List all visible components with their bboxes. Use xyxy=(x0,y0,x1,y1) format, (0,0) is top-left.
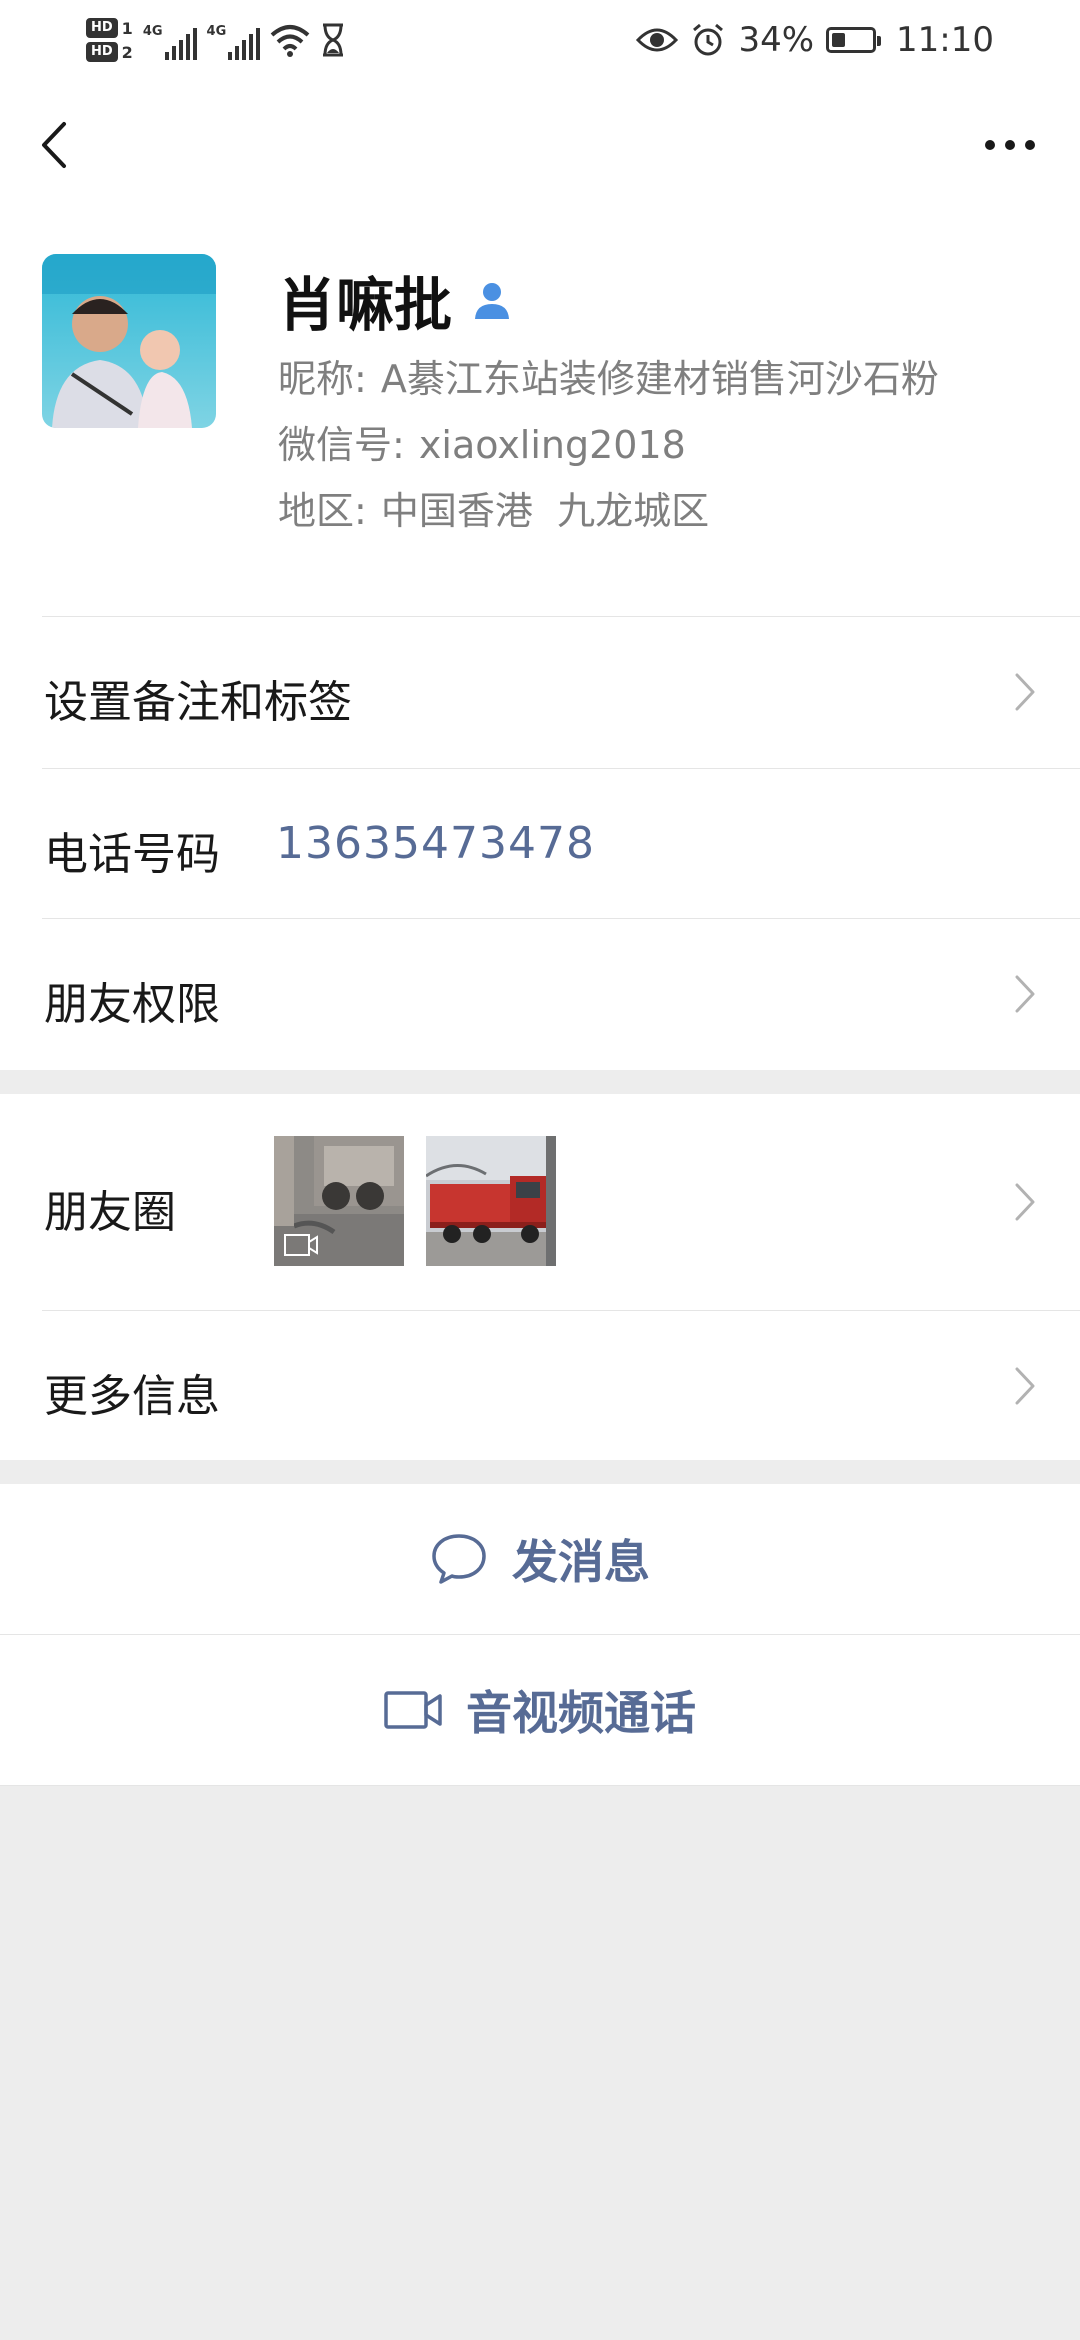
divider xyxy=(42,1310,1080,1311)
back-icon xyxy=(42,122,66,168)
send-message-label: 发消息 xyxy=(512,1535,650,1589)
video-thumbnail-icon xyxy=(284,1234,318,1256)
phone-number[interactable]: 13635473478 xyxy=(276,818,595,869)
hd1-badge: HD xyxy=(86,18,118,38)
divider xyxy=(42,616,1080,617)
chevron-right-icon xyxy=(1015,1183,1035,1221)
chevron-right-icon xyxy=(1015,1367,1035,1405)
avatar[interactable] xyxy=(42,254,216,428)
moments-thumb-image xyxy=(426,1136,556,1266)
contact-badge-icon xyxy=(475,283,510,319)
nickname-value: A綦江东站装修建材销售河沙石粉 xyxy=(380,357,939,401)
status-bar: HD 1 HD 2 4G 4G 34% 11:10 xyxy=(0,0,1080,80)
divider xyxy=(0,1785,1080,1786)
more-button[interactable] xyxy=(970,110,1050,180)
back-button[interactable] xyxy=(30,110,80,180)
divider xyxy=(42,768,1080,769)
moments-row[interactable]: 朋友圈 xyxy=(0,1094,1080,1310)
network-type-1: 4G xyxy=(142,24,163,39)
remark-tags-label: 设置备注和标签 xyxy=(44,677,352,728)
hourglass-icon xyxy=(323,23,344,57)
status-bar-right: 34% 11:10 xyxy=(636,10,994,70)
signal-icon: 4G xyxy=(207,20,261,60)
av-call-button[interactable]: 音视频通话 xyxy=(0,1635,1080,1785)
friend-permissions-label: 朋友权限 xyxy=(44,979,220,1030)
moments-thumb-video[interactable] xyxy=(274,1136,404,1266)
chevron-right-icon xyxy=(1015,673,1035,711)
chevron-right-icon xyxy=(1015,975,1035,1013)
battery-icon xyxy=(826,27,882,53)
moments-thumbnails xyxy=(274,1136,556,1266)
status-bar-left: HD 1 HD 2 4G 4G xyxy=(86,10,346,70)
more-icon xyxy=(985,140,1035,150)
wechat-id-label: 微信号: xyxy=(278,423,405,467)
avatar-image xyxy=(42,254,216,428)
profile-header: 肖嘛批 昵称: A綦江东站装修建材销售河沙石粉 微信号: xiaoxling20… xyxy=(0,230,1080,590)
moments-thumb-photo[interactable] xyxy=(426,1136,556,1266)
chat-bubble-icon xyxy=(432,1534,486,1584)
region-label: 地区: xyxy=(278,489,367,533)
more-info-row[interactable]: 更多信息 xyxy=(0,1310,1080,1460)
nav-bar xyxy=(0,88,1080,208)
video-camera-icon xyxy=(384,1691,442,1729)
moments-label: 朋友圈 xyxy=(44,1187,176,1238)
hd1-num: 1 xyxy=(121,18,133,38)
alarm-icon xyxy=(693,23,724,56)
divider xyxy=(42,918,1080,919)
more-info-label: 更多信息 xyxy=(44,1371,220,1422)
send-message-button[interactable]: 发消息 xyxy=(0,1484,1080,1634)
hd2-badge: HD xyxy=(86,42,118,62)
friend-permissions-row[interactable]: 朋友权限 xyxy=(0,918,1080,1070)
section-gap xyxy=(0,1070,1080,1094)
nickname-label: 昵称: xyxy=(278,357,367,401)
phone-row[interactable]: 电话号码 13635473478 xyxy=(0,768,1080,918)
battery-percent: 34% xyxy=(738,20,815,60)
wechat-id-row: 微信号: xiaoxling2018 xyxy=(278,414,686,469)
hd2-num: 2 xyxy=(121,42,133,62)
av-call-label: 音视频通话 xyxy=(466,1686,696,1740)
battery-level xyxy=(832,33,846,47)
signal-icon: 4G xyxy=(143,20,197,60)
nickname-row: 昵称: A綦江东站装修建材销售河沙石粉 xyxy=(278,348,939,403)
contact-name-row: 肖嘛批 xyxy=(278,258,512,342)
phone-label: 电话号码 xyxy=(44,829,220,880)
wechat-id-value[interactable]: xiaoxling2018 xyxy=(419,423,686,467)
wifi-icon xyxy=(270,25,310,57)
contact-profile-screen: HD 1 HD 2 4G 4G 34% 11:10 肖嘛批 昵称: A綦江东站装… xyxy=(0,0,1080,2340)
network-type-2: 4G xyxy=(206,24,227,39)
region-row: 地区: 中国香港 九龙城区 xyxy=(278,480,709,535)
clock: 11:10 xyxy=(896,20,994,60)
remark-tags-row[interactable]: 设置备注和标签 xyxy=(0,616,1080,768)
section-gap xyxy=(0,1460,1080,1484)
hd-indicators: HD 1 HD 2 xyxy=(86,18,133,62)
eye-icon xyxy=(636,28,679,52)
contact-name: 肖嘛批 xyxy=(278,271,453,339)
region-value: 中国香港 九龙城区 xyxy=(380,489,710,533)
